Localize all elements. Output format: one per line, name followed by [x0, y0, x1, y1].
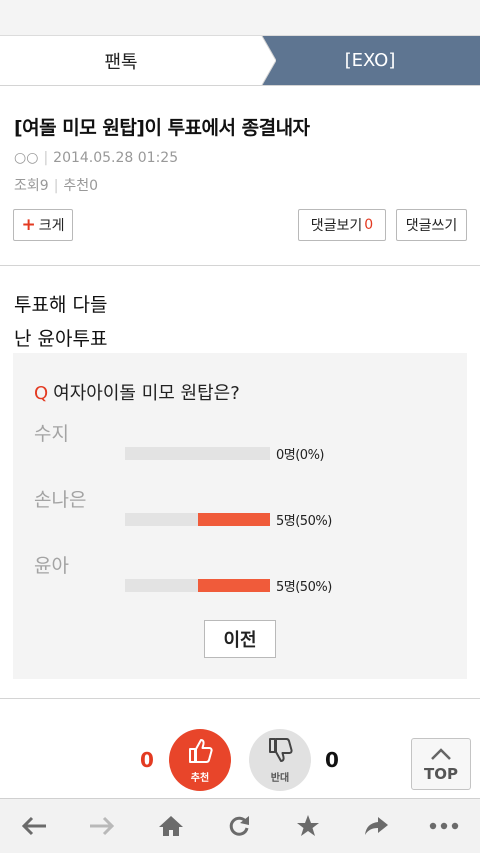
post-title: [여돌 미모 원탑]이 투표에서 종결내자 — [14, 117, 310, 139]
more-button[interactable] — [426, 811, 462, 841]
top-band — [0, 0, 480, 36]
comment-view-button[interactable]: 댓글보기 0 — [298, 209, 386, 241]
back-icon — [21, 816, 46, 836]
poll-question-text: 여자아이돌 미모 원탑은? — [53, 383, 240, 404]
breadcrumb-arrow-icon — [246, 36, 276, 85]
comment-write-button[interactable]: 댓글쓰기 — [396, 209, 467, 241]
home-button[interactable] — [153, 811, 189, 841]
post-meta-author-date: ○○ | 2014.05.28 01:25 — [14, 150, 178, 166]
comment-view-label: 댓글보기 — [310, 218, 363, 234]
thumbs-down-icon — [269, 738, 293, 762]
meta-separator: | — [53, 178, 59, 194]
breadcrumb-label: [EXO] — [344, 50, 396, 71]
star-icon — [297, 815, 319, 836]
post-date: 2014.05.28 01:25 — [53, 150, 179, 166]
forward-button[interactable] — [84, 811, 120, 841]
poll-option-name[interactable]: 수지 — [34, 419, 69, 446]
refresh-button[interactable] — [221, 811, 257, 841]
enlarge-label: 크게 — [38, 218, 65, 234]
poll-option-name[interactable]: 손나은 — [34, 485, 86, 512]
views-count: 9 — [39, 178, 49, 194]
divider — [0, 698, 480, 699]
poll-bar-fill — [197, 513, 270, 526]
recommend-button[interactable]: 추천 — [169, 729, 231, 791]
poll-bar-track — [125, 447, 270, 460]
poll-question: Q 여자아이돌 미모 원탑은? — [34, 379, 240, 405]
more-icon — [429, 822, 459, 830]
meta-separator: | — [43, 150, 49, 166]
recommend-vote-count: 0 — [140, 748, 154, 772]
back-button[interactable] — [16, 811, 52, 841]
poll-option-result: 5명(50%) — [276, 514, 332, 529]
home-icon — [159, 816, 183, 836]
forward-icon — [90, 816, 115, 836]
scroll-top-button[interactable]: TOP — [411, 738, 471, 790]
post-body-line: 난 윤아투표 — [14, 328, 108, 350]
post-body-line: 투표해 다들 — [14, 294, 108, 316]
oppose-vote-count: 0 — [325, 748, 339, 772]
poll-option-result: 5명(50%) — [276, 580, 332, 595]
oppose-label: 반대 — [270, 773, 290, 784]
bookmark-button[interactable] — [290, 811, 326, 841]
share-button[interactable] — [358, 811, 394, 841]
poll-option-result: 0명(0%) — [276, 448, 325, 463]
author-name[interactable]: ○○ — [14, 150, 38, 166]
top-label: TOP — [424, 765, 458, 783]
share-icon — [365, 817, 388, 835]
enlarge-text-button[interactable]: + 크게 — [13, 209, 73, 241]
poll-option-name[interactable]: 윤아 — [34, 551, 69, 578]
recommend-count: 0 — [89, 178, 99, 194]
oppose-button[interactable]: 반대 — [249, 729, 311, 791]
divider — [0, 265, 480, 266]
views-label: 조회 — [14, 178, 40, 194]
chevron-up-icon — [431, 748, 451, 760]
prev-button[interactable]: 이전 — [204, 620, 276, 658]
recommend-label: 추천 — [190, 773, 210, 784]
breadcrumb-item-fantalk[interactable]: 팬톡 — [0, 36, 262, 85]
breadcrumb-label: 팬톡 — [104, 51, 138, 73]
poll-bar-fill — [197, 579, 270, 592]
comment-write-label: 댓글쓰기 — [405, 218, 458, 234]
poll-bar-track — [125, 579, 270, 592]
post-meta-stats: 조회9 | 추천0 — [14, 175, 98, 195]
poll-bar-track — [125, 513, 270, 526]
page: [EXO] 팬톡 [여돌 미모 원탑]이 투표에서 종결내자 ○○ | 2014.0… — [0, 0, 480, 853]
thumbs-up-icon — [189, 739, 213, 763]
breadcrumb: [EXO] 팬톡 — [0, 36, 480, 86]
question-mark-label: Q — [34, 383, 49, 404]
browser-toolbar — [0, 798, 480, 853]
recommend-label: 추천 — [63, 178, 90, 194]
plus-icon: + — [21, 215, 36, 235]
breadcrumb-item-exo[interactable]: [EXO] — [240, 36, 480, 85]
comment-count: 0 — [364, 217, 374, 233]
poll-box: Q 여자아이돌 미모 원탑은? 수지 0명(0%) 손나은 5명(50%) 윤아 … — [13, 353, 467, 679]
refresh-icon — [229, 816, 249, 836]
